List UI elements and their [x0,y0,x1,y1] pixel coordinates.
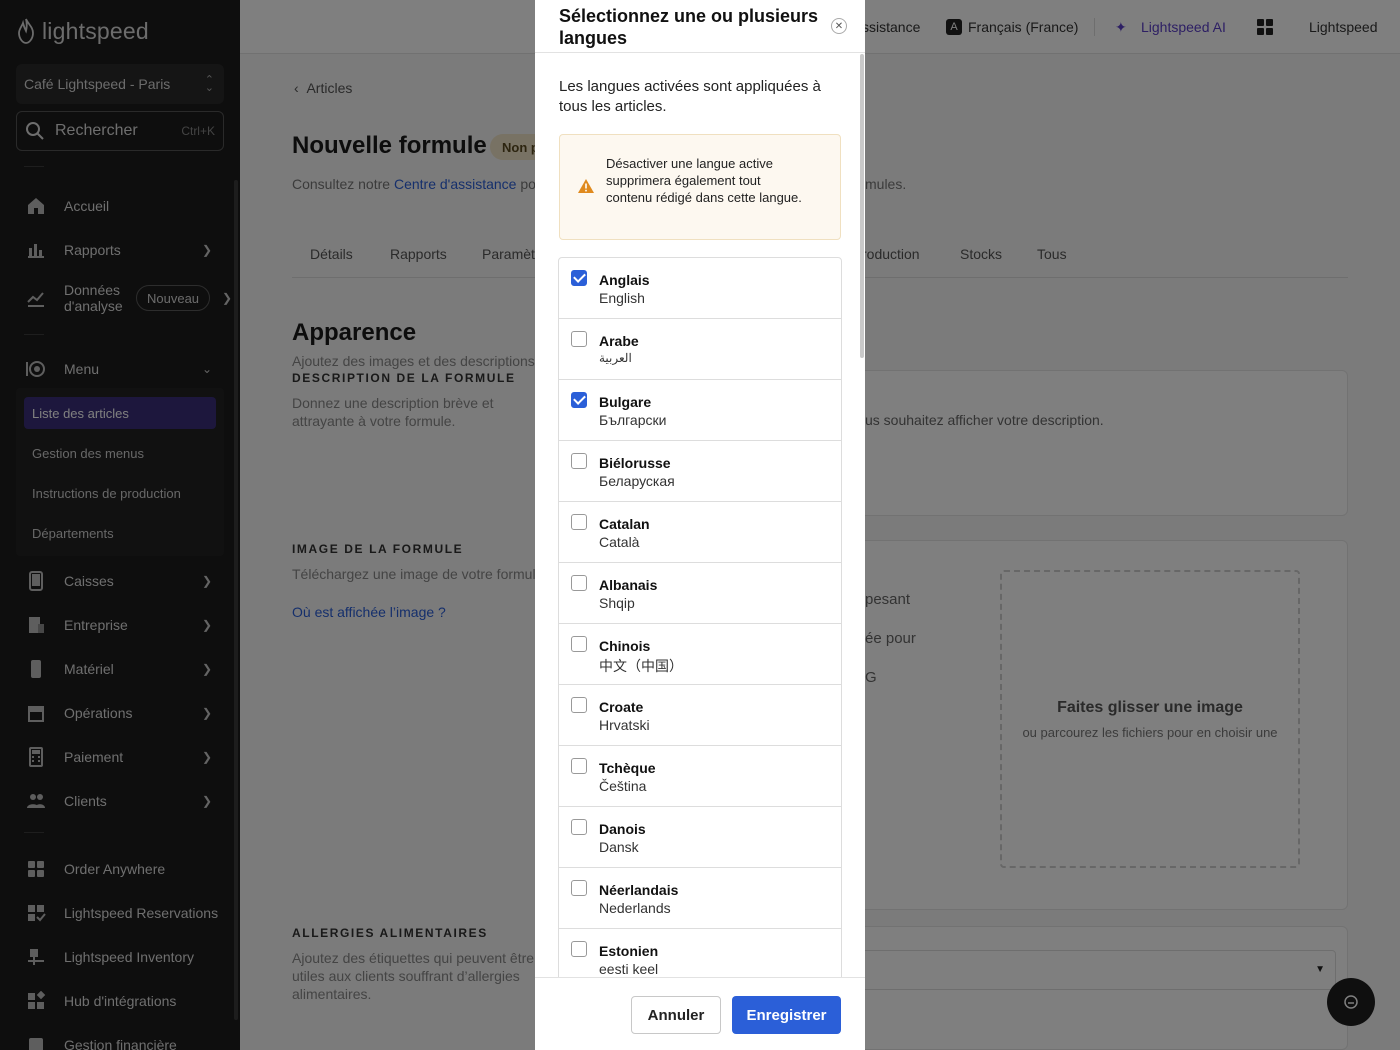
language-row-tcheque[interactable]: Tchèque Čeština [559,746,841,807]
checkbox[interactable] [571,758,587,774]
checkbox[interactable] [571,270,587,286]
language-list: Anglais English Arabe العربية Bulgare Бълга… [558,257,842,977]
language-row-croate[interactable]: Croate Hrvatski [559,685,841,746]
checkbox[interactable] [571,636,587,652]
language-name: Catalan [599,516,650,532]
language-row-anglais[interactable]: Anglais English [559,258,841,319]
checkbox[interactable] [571,697,587,713]
warning-text: Désactiver une langue active supprimera … [606,156,802,205]
language-native: Shqip [599,595,635,611]
checkbox[interactable] [571,941,587,957]
language-name: Tchèque [599,760,656,776]
language-native: eesti keel [599,961,659,977]
language-native: 中文（中国） [599,658,683,674]
language-name: Croate [599,699,644,715]
language-name: Bulgare [599,394,652,410]
modal-header: Sélectionnez une ou plusieurs langues ✕ [535,0,865,53]
language-name: Albanais [599,577,658,593]
checkbox[interactable] [571,453,587,469]
checkbox[interactable] [571,575,587,591]
modal-scrollbar[interactable] [860,54,864,358]
language-row-catalan[interactable]: Catalan Català [559,502,841,563]
warning-icon [578,179,594,193]
warning-banner: Désactiver une langue active supprimera … [559,134,841,240]
modal-footer: Annuler Enregistrer [535,977,865,1050]
language-native: Български [599,412,667,428]
checkbox[interactable] [571,392,587,408]
language-native: Català [599,534,640,550]
language-modal: Sélectionnez une ou plusieurs langues ✕ … [535,0,865,1050]
language-name: Néerlandais [599,882,679,898]
language-row-estonien[interactable]: Estonien eesti keel [559,929,841,977]
language-name: Arabe [599,333,639,349]
modal-intro: Les langues activées sont appliquées à t… [559,78,821,115]
language-row-chinois[interactable]: Chinois 中文（中国） [559,624,841,685]
checkbox[interactable] [571,514,587,530]
language-row-bielorusse[interactable]: Biélorusse Беларуская [559,441,841,502]
language-native: Nederlands [599,900,671,916]
language-row-neerlandais[interactable]: Néerlandais Nederlands [559,868,841,929]
language-row-danois[interactable]: Danois Dansk [559,807,841,868]
modal-body: Les langues activées sont appliquées à t… [535,53,865,977]
language-native: Hrvatski [599,717,650,733]
language-native: Dansk [599,839,639,855]
checkbox[interactable] [571,819,587,835]
modal-title: Sélectionnez une ou plusieurs langues [559,6,819,48]
close-icon[interactable]: ✕ [831,18,847,34]
language-name: Danois [599,821,646,837]
language-native: Беларуская [599,473,675,489]
cancel-button[interactable]: Annuler [631,996,721,1034]
language-row-arabe[interactable]: Arabe العربية [559,319,841,380]
save-button[interactable]: Enregistrer [732,996,841,1034]
checkbox[interactable] [571,880,587,896]
language-name: Biélorusse [599,455,671,471]
language-name: Chinois [599,638,651,654]
language-row-bulgare[interactable]: Bulgare Български [559,380,841,441]
language-native: العربية [599,351,632,365]
language-name: Anglais [599,272,650,288]
checkbox[interactable] [571,331,587,347]
language-row-albanais[interactable]: Albanais Shqip [559,563,841,624]
language-name: Estonien [599,943,659,959]
language-native: English [599,290,645,306]
language-native: Čeština [599,778,647,794]
